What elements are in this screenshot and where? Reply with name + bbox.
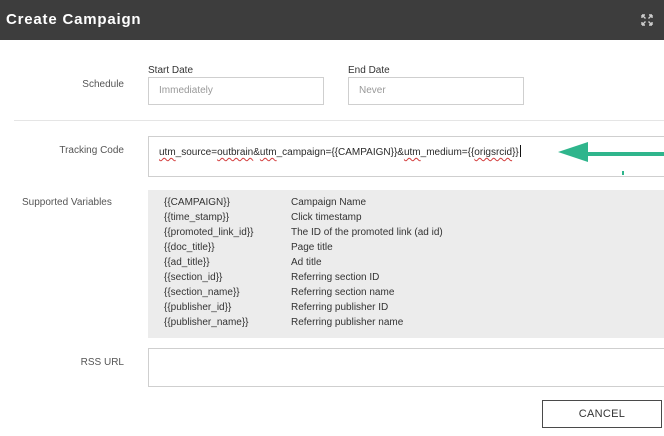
end-date-field[interactable]: Never bbox=[348, 77, 524, 105]
section-divider bbox=[14, 120, 664, 121]
tracking-code-label: Tracking Code bbox=[59, 145, 124, 156]
rss-url-label: RSS URL bbox=[80, 357, 124, 368]
dialog-title: Create Campaign bbox=[6, 11, 142, 28]
rss-url-input[interactable] bbox=[148, 348, 664, 387]
cancel-button[interactable]: CANCEL bbox=[542, 400, 662, 428]
end-date-label: End Date bbox=[348, 65, 390, 76]
annotation-arrow-icon bbox=[558, 142, 664, 175]
supported-variables-label: Supported Variables bbox=[22, 197, 112, 208]
tracking-code-value: utm_source=outbrain&utm_campaign={{CAMPA… bbox=[159, 145, 521, 158]
schedule-label: Schedule bbox=[82, 79, 124, 90]
start-date-field[interactable]: Immediately bbox=[148, 77, 324, 105]
start-date-label: Start Date bbox=[148, 65, 194, 76]
expand-icon[interactable] bbox=[640, 13, 654, 27]
title-bar: Create Campaign bbox=[0, 0, 664, 40]
text-caret bbox=[519, 145, 521, 157]
variables-panel: {{CAMPAIGN}} Campaign Name {{time_stamp}}… bbox=[148, 190, 664, 338]
